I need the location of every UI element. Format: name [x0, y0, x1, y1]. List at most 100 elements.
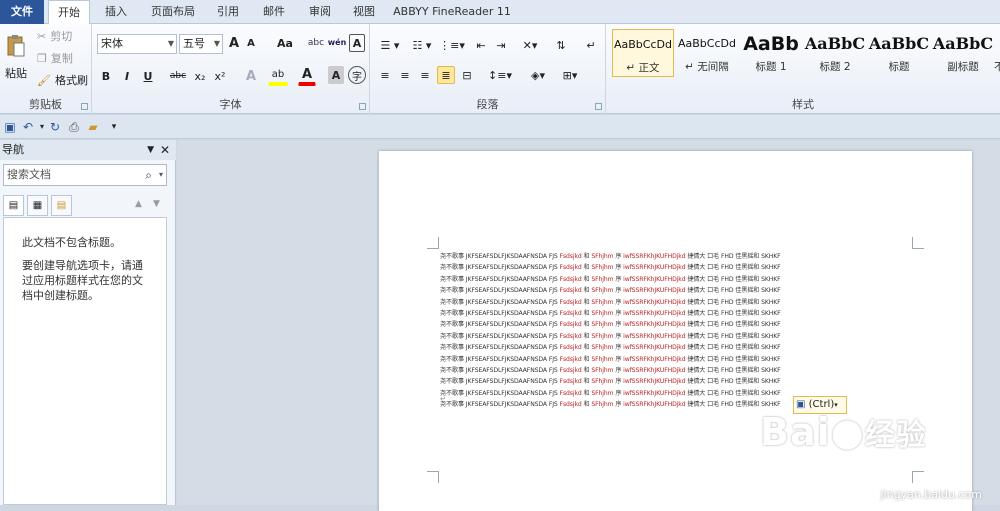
document-text-run: 捷倩大 口毛 FHD 佳黑摇和 SKHKF — [685, 344, 781, 352]
document-text-run: SFhjhm — [591, 264, 614, 272]
sort-icon: ⇅ — [556, 38, 566, 52]
distributed-button[interactable]: ⊟ — [458, 66, 476, 84]
format-painter-button[interactable]: 🖌 格式刷 — [36, 71, 90, 89]
line-spacing-button[interactable]: ↕≡▾ — [486, 66, 514, 84]
customize-qat-icon[interactable]: ▾ — [106, 119, 122, 135]
document-text-run: Fsdsjkd — [559, 264, 582, 272]
numbering-button[interactable]: ☷ ▾ — [408, 36, 436, 54]
nav-search-input[interactable]: 搜索文档 ⌕ ▾ — [3, 164, 167, 186]
tab-references[interactable]: 引用 — [208, 0, 248, 24]
save-icon[interactable]: ▣ — [2, 119, 18, 135]
brush-icon: 🖌 — [37, 73, 51, 87]
margin-mark-top-left — [427, 237, 439, 249]
document-text-run: 尧不歌事 JKFSEAFSDLFJKSDAAFNSDA FJS — [440, 366, 560, 374]
underline-button[interactable]: U — [139, 66, 157, 86]
increase-indent-button[interactable]: ⇥ — [492, 36, 510, 54]
char-shading-button[interactable]: A — [328, 66, 344, 84]
show-marks-button[interactable]: ↵ — [582, 36, 600, 54]
tab-pages-view[interactable]: ▦ — [27, 195, 48, 216]
cut-button[interactable]: ✂ 剪切 — [36, 27, 86, 45]
tab-abbyy[interactable]: ABBYY FineReader 11 — [392, 0, 512, 24]
scissors-icon: ✂ — [37, 29, 47, 43]
text-effects-button[interactable]: A — [242, 66, 260, 86]
tab-view[interactable]: 视图 — [344, 0, 384, 24]
shrink-font-button[interactable]: A — [244, 34, 258, 52]
document-text-run: SFhjhm — [591, 355, 614, 363]
chevron-down-icon[interactable]: ▾ — [159, 165, 163, 185]
strikethrough-button[interactable]: abc — [168, 66, 188, 86]
align-right-button[interactable]: ≡ — [416, 66, 434, 84]
align-center-button[interactable]: ≡ — [396, 66, 414, 84]
style-more[interactable]: 不 — [994, 29, 1000, 77]
print-icon[interactable]: ⎙ — [66, 119, 82, 135]
decrease-indent-button[interactable]: ⇤ — [472, 36, 490, 54]
tab-headings-view[interactable]: ▤ — [3, 195, 24, 216]
bold-button[interactable]: B — [97, 66, 115, 86]
justify-button[interactable]: ≣ — [437, 66, 455, 84]
nav-menu-icon[interactable]: ▼ — [147, 140, 154, 160]
align-left-button[interactable]: ≡ — [376, 66, 394, 84]
document-text-run: iwfSSRFKhJKUFHDjkd — [623, 355, 686, 363]
document-text-run: 和 — [581, 298, 592, 306]
style-caption: ↵ 正文 — [626, 62, 660, 74]
multilevel-list-button[interactable]: ⋮≡▾ — [438, 36, 466, 54]
font-name-select[interactable]: 宋体 ▼ — [97, 34, 177, 54]
document-text-run: SFhjhm — [591, 366, 614, 374]
open-folder-icon[interactable]: ▰ — [85, 119, 101, 135]
change-case-button[interactable]: Aa — [272, 34, 298, 52]
bullets-button[interactable]: ☰ ▾ — [376, 36, 404, 54]
document-text-run: 捷倩大 口毛 FHD 佳黑摇和 SKHKF — [685, 275, 781, 283]
align-left-icon: ≡ — [380, 68, 390, 82]
style-normal[interactable]: AaBbCcDd ↵ 正文 — [612, 29, 674, 77]
document-text-run: 捷倩大 口毛 FHD 佳黑摇和 SKHKF — [685, 378, 781, 386]
subscript-button[interactable]: x₂ — [191, 66, 209, 86]
tab-page-layout[interactable]: 页面布局 — [143, 0, 203, 24]
chinese-layout-button[interactable]: ✕▾ — [516, 36, 544, 54]
tab-home[interactable]: 开始 — [48, 0, 90, 25]
style-title[interactable]: AaBbC 标题 — [868, 29, 930, 77]
document-text-run: 和 — [581, 287, 592, 295]
enclose-char-button[interactable]: 字 — [348, 66, 366, 84]
italic-button[interactable]: I — [118, 66, 136, 86]
previous-heading-icon[interactable]: ▲ — [135, 199, 142, 209]
border-icon: ⊞▾ — [562, 68, 578, 82]
superscript-button[interactable]: x² — [211, 66, 229, 86]
shading-button[interactable]: ◈▾ — [524, 66, 552, 84]
pinyin-guide-button[interactable]: wén — [328, 32, 347, 52]
tab-mailings[interactable]: 邮件 — [254, 0, 294, 24]
next-heading-icon[interactable]: ▼ — [153, 199, 160, 209]
clipboard-launcher-icon[interactable] — [81, 103, 88, 110]
document-text-run: 捷倩大 口毛 FHD 佳黑摇和 SKHKF — [685, 401, 781, 409]
highlight-button[interactable]: ab — [268, 66, 288, 86]
char-border-button[interactable]: A — [349, 34, 365, 52]
style-heading-2[interactable]: AaBbC 标题 2 — [804, 29, 866, 77]
redo-icon[interactable]: ↻ — [47, 119, 63, 135]
document-text[interactable]: 尧不歌事 JKFSEAFSDLFJKSDAAFNSDA FJS Fsdsjkd … — [440, 251, 795, 410]
copy-button[interactable]: ❐ 复制 — [36, 49, 86, 67]
grow-font-button[interactable]: A — [227, 34, 241, 52]
tab-file[interactable]: 文件 — [0, 0, 44, 24]
sort-button[interactable]: ⇅ — [552, 36, 570, 54]
close-icon[interactable]: ✕ — [160, 140, 170, 160]
style-heading-1[interactable]: AaBb 标题 1 — [740, 29, 802, 77]
tab-insert[interactable]: 插入 — [96, 0, 136, 24]
paste-button[interactable]: 粘贴 — [3, 27, 29, 87]
borders-button[interactable]: ⊞▾ — [556, 66, 584, 84]
font-size-select[interactable]: 五号 ▼ — [179, 34, 223, 54]
tab-results-view[interactable]: ▤ — [51, 195, 72, 216]
document-text-run: 尧不歌事 JKFSEAFSDLFJKSDAAFNSDA FJS — [440, 389, 560, 397]
document-text-run: 序 — [613, 321, 624, 329]
paragraph-launcher-icon[interactable] — [595, 103, 602, 110]
style-subtitle[interactable]: AaBbC 副标题 — [932, 29, 994, 77]
document-text-run: iwfSSRFKhJKUFHDjkd — [623, 309, 686, 317]
tab-review[interactable]: 审阅 — [300, 0, 340, 24]
document-text-run: Fsdsjkd — [559, 253, 582, 260]
search-icon[interactable]: ⌕ — [145, 165, 152, 185]
font-launcher-icon[interactable] — [359, 103, 366, 110]
line-spacing-icon: ↕≡▾ — [488, 68, 512, 82]
clear-format-button[interactable]: abc — [306, 34, 326, 52]
document-text-run: Fsdsjkd — [559, 321, 582, 329]
style-no-spacing[interactable]: AaBbCcDd ↵ 无间隔 — [676, 29, 738, 77]
font-color-button[interactable]: A — [298, 66, 316, 86]
document-line: 尧不歌事 JKFSEAFSDLFJKSDAAFNSDA FJS Fsdsjkd … — [440, 262, 795, 273]
